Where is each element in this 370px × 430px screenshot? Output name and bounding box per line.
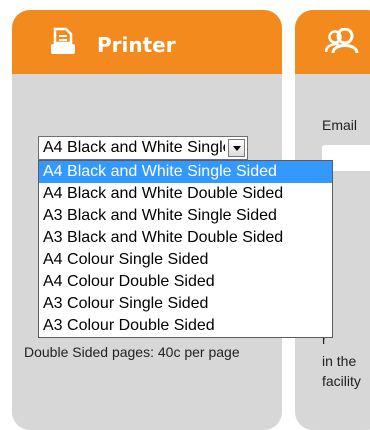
account-text-fragment: facility <box>322 373 361 389</box>
printer-panel-title: Printer <box>97 33 176 57</box>
account-text-fragment: in the <box>322 353 357 369</box>
dropdown-option[interactable]: A4 Colour Single Sided <box>39 249 332 271</box>
paper-type-dropdown[interactable]: A4 Black and White Single Sided A4 Black… <box>38 160 333 338</box>
dropdown-option[interactable]: A3 Black and White Single Sided <box>39 205 332 227</box>
dropdown-option[interactable]: A4 Black and White Single Sided <box>39 161 332 183</box>
email-label: Email <box>322 117 358 133</box>
account-panel-header <box>295 10 370 74</box>
printer-panel-header: Printer <box>12 10 282 74</box>
chevron-down-icon[interactable] <box>228 139 245 157</box>
dropdown-option[interactable]: A3 Colour Double Sided <box>39 315 332 337</box>
dropdown-option[interactable]: A3 Colour Single Sided <box>39 293 332 315</box>
paper-type-select[interactable]: A4 Black and White Single Sided <box>38 136 248 160</box>
dropdown-option[interactable]: A4 Black and White Double Sided <box>39 183 332 205</box>
dropdown-option[interactable]: A4 Colour Double Sided <box>39 271 332 293</box>
users-icon <box>325 28 359 54</box>
pricing-note: Double Sided pages: 40c per page <box>24 344 240 360</box>
dropdown-option[interactable]: A3 Black and White Double Sided <box>39 227 332 249</box>
printer-icon <box>51 27 75 54</box>
paper-type-selected-value: A4 Black and White Single Sided <box>43 139 225 156</box>
